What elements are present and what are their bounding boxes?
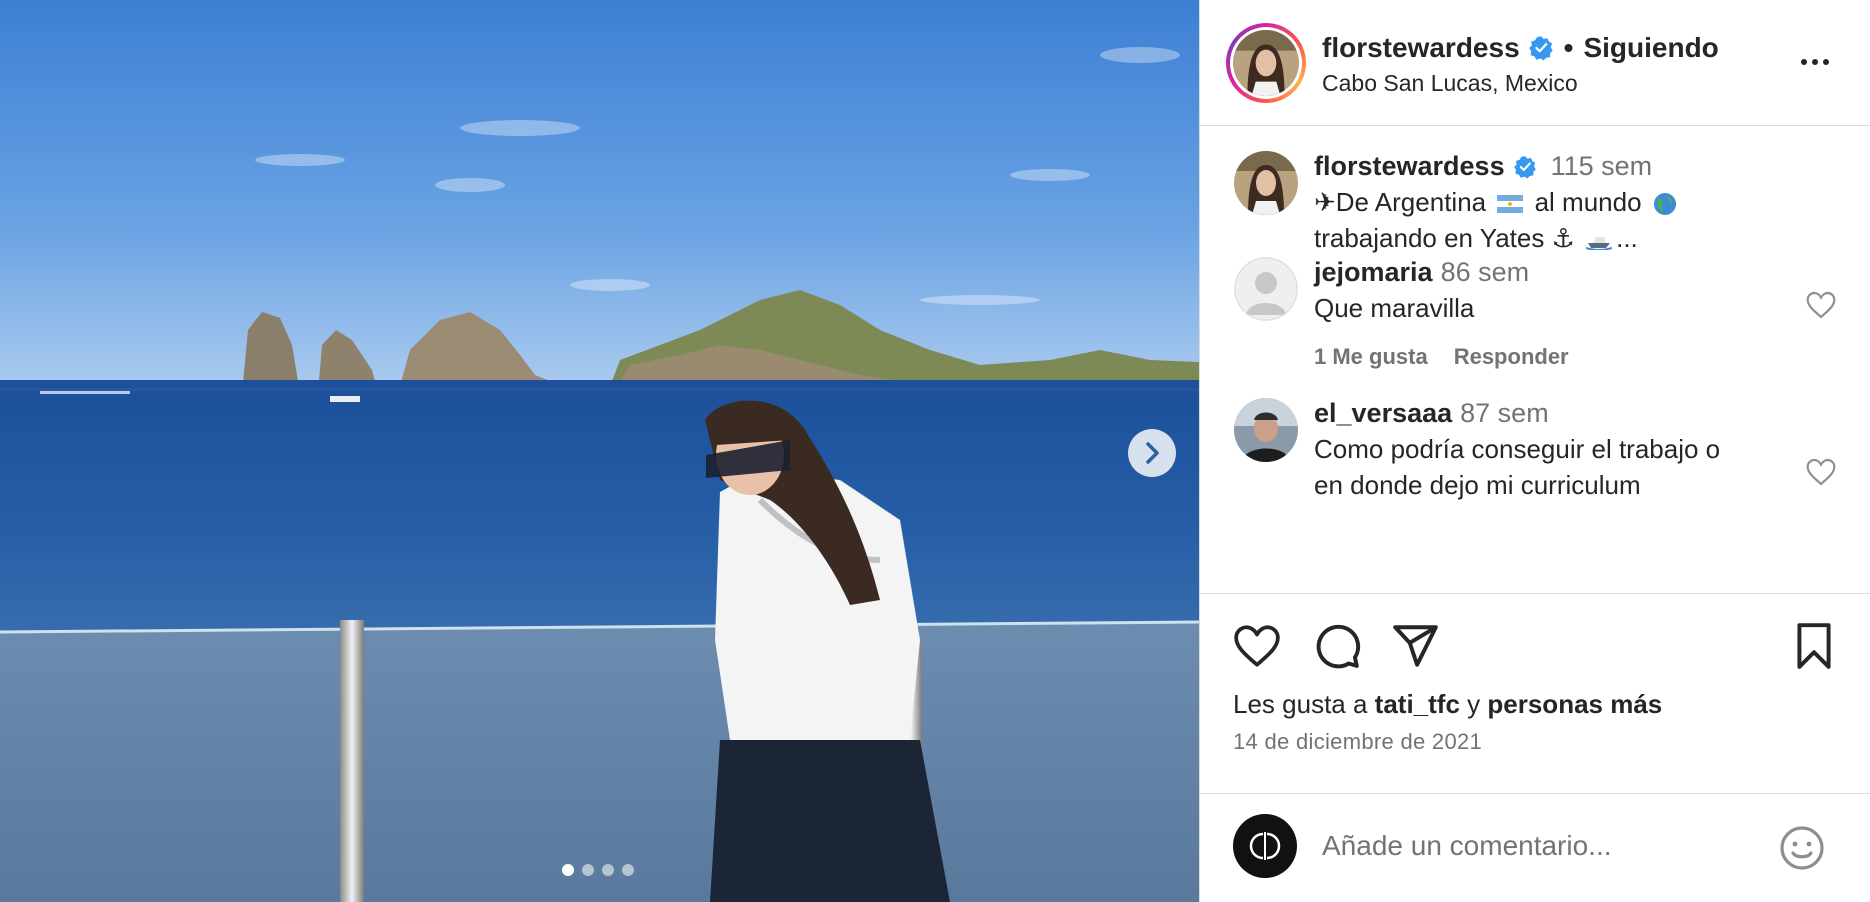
post-side-panel: florstewardess • Siguiendo Cabo San Luca… — [1199, 0, 1870, 902]
comment-username[interactable]: jejomaria — [1314, 257, 1433, 288]
globe-icon — [1653, 193, 1676, 216]
verified-badge-icon — [1528, 36, 1553, 61]
post-caption: florstewardess 115 sem ✈De Argentina al … — [1234, 151, 1844, 271]
carousel-dot — [602, 864, 614, 876]
commenter-avatar[interactable] — [1234, 398, 1298, 462]
share-icon[interactable] — [1390, 621, 1440, 671]
post-actions: Les gusta a tati_tfc y personas más 14 d… — [1200, 593, 1870, 793]
carousel-dot — [582, 864, 594, 876]
comment-time[interactable]: 86 sem — [1441, 257, 1530, 288]
likes-prefix: Les gusta a — [1233, 689, 1368, 719]
more-options-icon[interactable] — [1790, 48, 1840, 76]
caption-time[interactable]: 115 sem — [1551, 151, 1653, 182]
comment-input[interactable] — [1322, 820, 1742, 872]
post-location[interactable]: Cabo San Lucas, Mexico — [1322, 70, 1578, 97]
following-button[interactable]: Siguiendo — [1583, 32, 1718, 64]
caption-more[interactable]: ... — [1616, 223, 1638, 253]
heart-icon[interactable] — [1804, 289, 1838, 321]
separator-dot: • — [1563, 32, 1574, 63]
heart-icon[interactable] — [1804, 456, 1838, 488]
caption-text-a: ✈De Argentina — [1314, 187, 1487, 217]
comment-text: Como podría conseguir el trabajo o en do… — [1314, 431, 1784, 503]
bookmark-icon[interactable] — [1789, 621, 1839, 671]
verified-badge-icon — [1513, 155, 1536, 178]
likes-others-link[interactable]: personas más — [1487, 689, 1662, 719]
commenter-avatar[interactable] — [1234, 257, 1298, 321]
carousel-indicator — [562, 864, 634, 876]
heart-icon[interactable] — [1232, 621, 1282, 671]
likes-summary: Les gusta a tati_tfc y personas más — [1233, 689, 1662, 720]
author-avatar[interactable] — [1226, 23, 1306, 103]
comment-likes-count[interactable]: 1 Me gusta — [1314, 344, 1428, 370]
comment-composer — [1200, 793, 1870, 902]
caption-text: ✈De Argentina al mundo trabajando en Yat… — [1314, 184, 1784, 256]
avatar-image — [1233, 30, 1299, 96]
likes-joiner: y — [1467, 689, 1481, 719]
comment-text-line: Como podría conseguir el trabajo o — [1314, 434, 1721, 464]
comment-username[interactable]: el_versaaa — [1314, 398, 1452, 429]
argentina-flag-icon — [1497, 195, 1524, 214]
post-header: florstewardess • Siguiendo Cabo San Luca… — [1200, 0, 1870, 126]
author-username[interactable]: florstewardess — [1322, 32, 1520, 64]
comments-list: florstewardess 115 sem ✈De Argentina al … — [1200, 127, 1870, 592]
post-photo[interactable] — [0, 0, 1199, 902]
current-user-logo — [1249, 832, 1281, 860]
emoji-icon[interactable] — [1778, 824, 1826, 872]
caption-text-b: al mundo — [1534, 187, 1642, 217]
reply-button[interactable]: Responder — [1454, 344, 1569, 370]
current-user-avatar[interactable] — [1233, 814, 1297, 878]
comment-item: jejomaria 86 sem Que maravilla 1 Me gust… — [1234, 257, 1844, 397]
liker-username[interactable]: tati_tfc — [1375, 689, 1460, 719]
carousel-dot — [622, 864, 634, 876]
comment-icon[interactable] — [1312, 621, 1362, 671]
post-date[interactable]: 14 de diciembre de 2021 — [1233, 729, 1482, 755]
chevron-right-icon — [1146, 442, 1159, 464]
comment-time[interactable]: 87 sem — [1460, 398, 1549, 429]
comment-text: Que maravilla — [1314, 293, 1475, 323]
comment-text-line: en donde dejo mi curriculum — [1314, 470, 1641, 500]
photo-scene — [0, 0, 1199, 902]
carousel-dot — [562, 864, 574, 876]
comment-item: el_versaaa 87 sem Como podría conseguir … — [1234, 398, 1844, 518]
caption-text-c: trabajando en Yates ⚓ — [1314, 223, 1575, 253]
header-user-line: florstewardess • Siguiendo — [1322, 32, 1719, 64]
boat-icon — [1586, 237, 1613, 251]
caption-username[interactable]: florstewardess — [1314, 151, 1505, 182]
caption-avatar[interactable] — [1234, 151, 1298, 215]
next-slide-button[interactable] — [1128, 429, 1176, 477]
